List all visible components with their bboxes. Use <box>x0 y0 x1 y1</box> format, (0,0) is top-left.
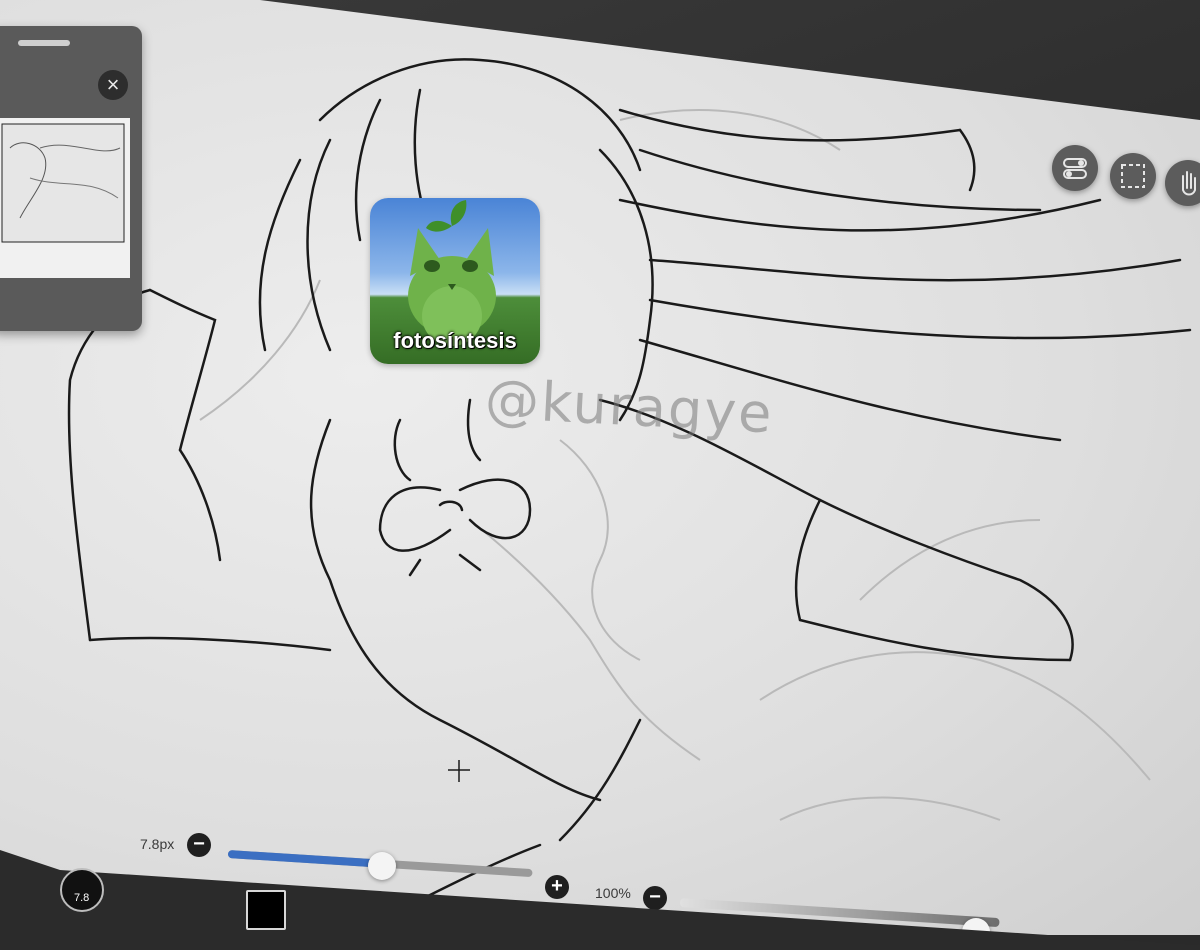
brush-size-indicator[interactable] <box>60 868 104 912</box>
sticker-label: fotosíntesis <box>393 328 517 353</box>
navigator-panel[interactable]: × <box>0 26 142 331</box>
color-swatch[interactable] <box>246 890 286 930</box>
toggle-icon[interactable] <box>1052 145 1098 191</box>
hand-icon[interactable] <box>1165 160 1200 206</box>
drawing-canvas[interactable]: @kuragye fotosíntesis <box>0 0 1200 935</box>
line-art-drawing <box>67 58 1192 902</box>
drag-handle[interactable] <box>18 40 70 46</box>
preview-thumbnail <box>0 118 130 278</box>
close-icon[interactable]: × <box>98 70 128 100</box>
green-cat-sticker: fotosíntesis <box>370 198 540 364</box>
navigator-preview[interactable] <box>0 118 130 278</box>
selection-icon[interactable] <box>1110 153 1156 199</box>
brush-size-indicator-text: 7.8 <box>74 892 90 904</box>
tablet-screen: @kuragye fotosíntesis × 7.8px − + 100% −… <box>0 0 1200 950</box>
